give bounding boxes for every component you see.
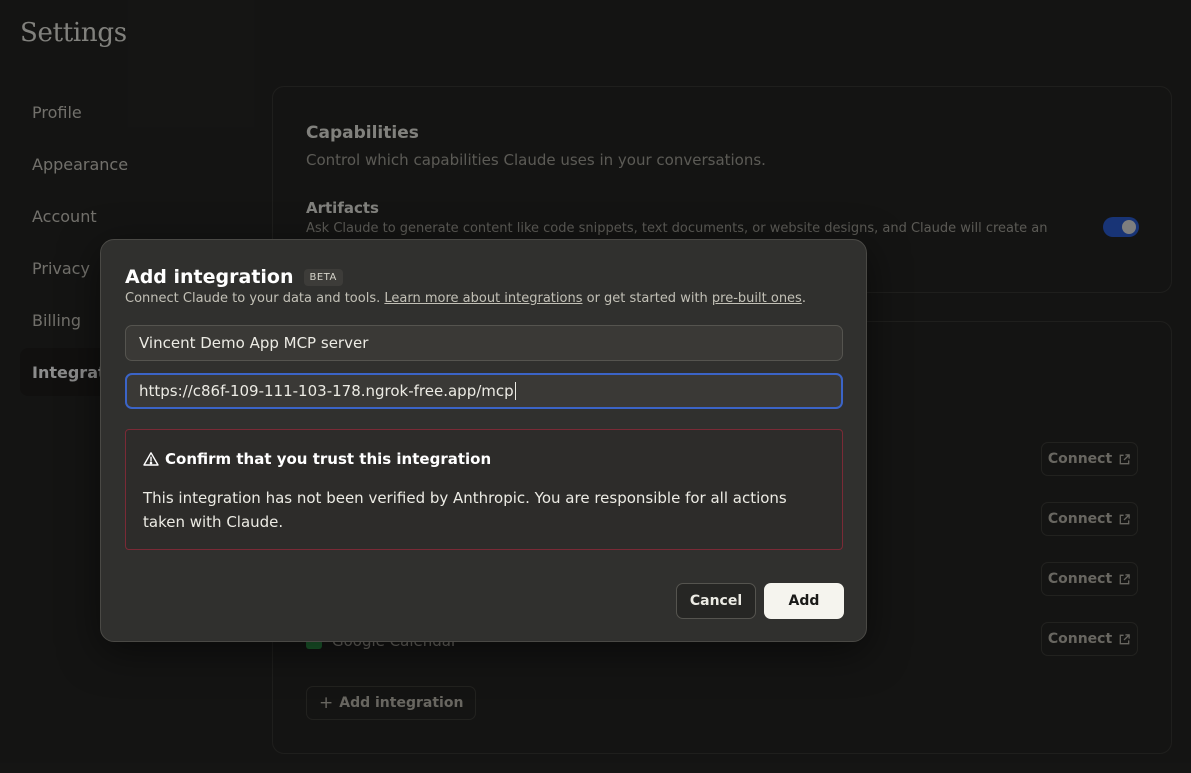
integration-url-value: https://c86f-109-111-103-178.ngrok-free.… (139, 382, 514, 400)
warning-header: Confirm that you trust this integration (143, 450, 491, 468)
integration-name-value: Vincent Demo App MCP server (139, 334, 369, 352)
add-button[interactable]: Add (764, 583, 844, 619)
warning-icon (143, 452, 159, 466)
dialog-header: Add integration BETA (125, 266, 343, 288)
warning-title: Confirm that you trust this integration (165, 450, 492, 468)
subtitle-suffix: . (801, 291, 806, 306)
dialog-subtitle: Connect Claude to your data and tools. L… (125, 291, 806, 306)
beta-badge: BETA (303, 268, 343, 286)
text-caret (514, 382, 516, 400)
dialog-title: Add integration (125, 266, 294, 288)
subtitle-prefix: Connect Claude to your data and tools. (125, 291, 381, 306)
prebuilt-link[interactable]: pre-built ones (712, 291, 802, 306)
integration-name-input[interactable]: Vincent Demo App MCP server (125, 325, 843, 361)
cancel-button[interactable]: Cancel (676, 583, 756, 619)
learn-more-link[interactable]: Learn more about integrations (384, 291, 582, 306)
trust-warning: Confirm that you trust this integration … (125, 429, 843, 550)
warning-body: This integration has not been verified b… (143, 489, 787, 531)
subtitle-middle: or get started with (586, 291, 708, 306)
add-integration-dialog: Add integration BETA Connect Claude to y… (100, 239, 867, 642)
integration-url-input[interactable]: https://c86f-109-111-103-178.ngrok-free.… (125, 373, 843, 409)
